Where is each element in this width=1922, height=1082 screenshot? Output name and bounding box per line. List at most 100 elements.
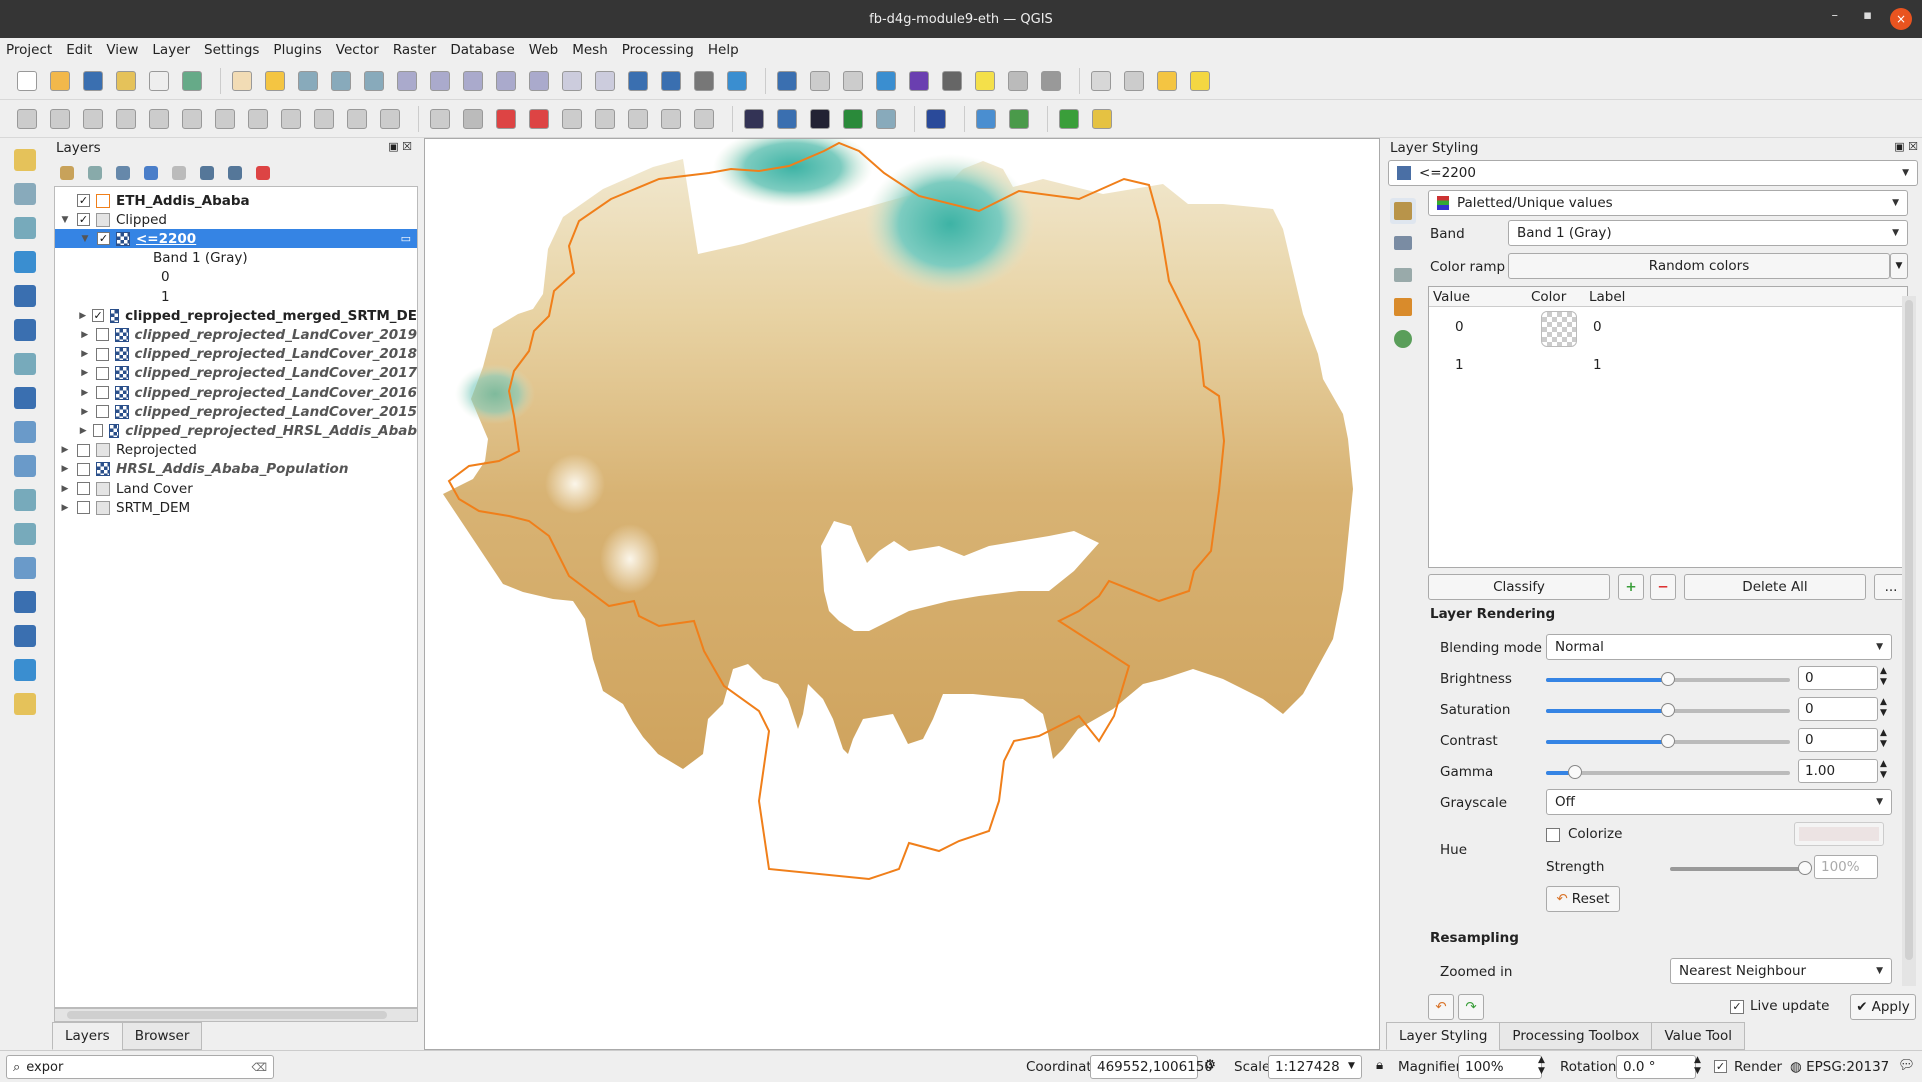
pan-to-selection-icon[interactable] [262, 68, 288, 94]
transparency-tab-icon[interactable] [1390, 230, 1416, 256]
vertex-tool-icon[interactable] [146, 106, 172, 132]
strength-input[interactable]: 100% [1814, 855, 1878, 879]
manage-visibility-icon[interactable] [112, 162, 134, 184]
help-icon[interactable] [923, 106, 949, 132]
layer-visibility-checkbox[interactable] [77, 443, 90, 457]
map-swipe-icon[interactable] [1056, 106, 1082, 132]
column-value[interactable]: Value [1433, 289, 1470, 305]
layer-visibility-checkbox[interactable] [96, 328, 110, 342]
column-label[interactable]: Label [1589, 289, 1625, 305]
layer-tree-item[interactable]: 0 [55, 268, 417, 287]
attribute-table-icon[interactable] [807, 68, 833, 94]
add-postgis-icon[interactable] [8, 486, 42, 514]
field-calc-icon[interactable] [840, 68, 866, 94]
maximize-icon[interactable]: ▪ [1863, 8, 1872, 23]
expand-arrow-icon[interactable]: ▶ [79, 368, 90, 378]
color-swatch-transparent[interactable] [1541, 311, 1577, 347]
delete-selected-icon[interactable] [212, 106, 238, 132]
spin-arrows-icon[interactable]: ▲ ▼ [1538, 1055, 1545, 1077]
chevron-down-icon[interactable]: ▼ [1348, 1061, 1355, 1071]
show-hide-labels-icon[interactable] [691, 106, 717, 132]
menu-edit[interactable]: Edit [66, 42, 92, 58]
georeferencer-icon[interactable] [973, 106, 999, 132]
label-toolbar-icon[interactable] [427, 106, 453, 132]
menu-plugins[interactable]: Plugins [273, 42, 321, 58]
highlight-pinned-icon[interactable] [559, 106, 585, 132]
print-layout-icon[interactable] [113, 68, 139, 94]
data-source-manager-icon[interactable] [8, 146, 42, 174]
layer-visibility-checkbox[interactable] [96, 405, 110, 419]
render-checkbox[interactable]: ✓ [1714, 1060, 1727, 1073]
layer-tree-item[interactable]: ▶ Land Cover [55, 479, 417, 498]
color-ramp-menu-icon[interactable]: ▼ [1890, 253, 1908, 279]
add-wfs-icon[interactable] [8, 588, 42, 616]
select-features-icon[interactable] [1088, 68, 1114, 94]
map-canvas[interactable] [424, 127, 1380, 1050]
new-bookmark-icon[interactable] [625, 68, 651, 94]
new-project-icon[interactable] [14, 68, 40, 94]
expand-arrow-icon[interactable]: ▶ [79, 388, 90, 398]
modify-attributes-icon[interactable] [179, 106, 205, 132]
lock-icon[interactable]: 🔒︎ [1376, 1057, 1383, 1073]
column-color[interactable]: Color [1531, 289, 1566, 305]
select-by-value-icon[interactable] [1187, 68, 1213, 94]
style-manager-icon[interactable] [56, 162, 78, 184]
add-xyz-icon[interactable] [8, 690, 42, 718]
expand-arrow-icon[interactable]: ▶ [79, 426, 87, 436]
menu-help[interactable]: Help [708, 42, 739, 58]
copy-features-icon[interactable] [278, 106, 304, 132]
label-pin-icon[interactable] [526, 106, 552, 132]
expand-arrow-icon[interactable]: ▶ [79, 407, 90, 417]
menu-database[interactable]: Database [450, 42, 514, 58]
paste-features-icon[interactable] [311, 106, 337, 132]
open-project-icon[interactable] [47, 68, 73, 94]
layer-labeling-icon[interactable] [460, 106, 486, 132]
colorize-checkbox[interactable] [1546, 828, 1560, 842]
layer-tree-item[interactable]: ▶ clipped_reprojected_LandCover_2019 [55, 325, 417, 344]
undo-button[interactable]: ↶ [1428, 994, 1454, 1020]
gamma-slider[interactable] [1546, 765, 1790, 779]
layer-tree-item[interactable]: ▶ clipped_reprojected_LandCover_2016 [55, 383, 417, 402]
processing-toolbox-icon[interactable] [873, 68, 899, 94]
new-geopackage-icon[interactable] [8, 180, 42, 208]
classify-button[interactable]: Classify [1428, 574, 1610, 600]
select-by-location-icon[interactable] [1154, 68, 1180, 94]
zoom-selection-icon[interactable] [394, 68, 420, 94]
gamma-input[interactable]: 1.00 [1798, 759, 1878, 783]
save-edits-icon[interactable] [80, 106, 106, 132]
move-label-icon[interactable] [592, 106, 618, 132]
colorize-color-button[interactable] [1794, 822, 1884, 846]
tab-processing-toolbox[interactable]: Processing Toolbox [1499, 1022, 1653, 1050]
spin-arrows-icon[interactable]: ▲ ▼ [1880, 697, 1887, 719]
show-bookmarks-icon[interactable] [658, 68, 684, 94]
minimize-icon[interactable]: – [1832, 8, 1839, 23]
measure-icon[interactable] [939, 68, 965, 94]
layer-tree-item[interactable]: ▶ Reprojected [55, 441, 417, 460]
add-delimited-text-icon[interactable] [8, 350, 42, 378]
spin-arrows-icon[interactable]: ▲ ▼ [1880, 759, 1887, 781]
new-3d-view-icon[interactable] [592, 68, 618, 94]
coordinate-input[interactable]: 469552,1006150 [1090, 1055, 1213, 1079]
color-ramp-button[interactable]: Random colors [1508, 253, 1890, 279]
menu-view[interactable]: View [106, 42, 138, 58]
zoom-full-icon[interactable] [361, 68, 387, 94]
undo-edit-icon[interactable] [344, 106, 370, 132]
histogram-tab-icon[interactable] [1390, 262, 1416, 288]
zoomed-in-select[interactable]: Nearest Neighbour ▼ [1670, 958, 1892, 984]
renderer-select[interactable]: Paletted/Unique values ▼ [1428, 190, 1908, 216]
add-oracle-icon[interactable] [8, 554, 42, 582]
reset-button[interactable]: ↶ Reset [1546, 886, 1620, 912]
menu-project[interactable]: Project [6, 42, 52, 58]
history-tab-icon[interactable] [1390, 326, 1416, 352]
layer-tree[interactable]: ✓ ETH_Addis_Ababa ▼ ✓ Clipped ▼ ✓ <=2200 ▭ Band 1… [54, 186, 418, 1008]
cut-features-icon[interactable] [245, 106, 271, 132]
layer-visibility-checkbox[interactable] [77, 501, 90, 515]
grayscale-select[interactable]: Off ▼ [1546, 789, 1892, 815]
zoom-last-icon[interactable] [493, 68, 519, 94]
pan-icon[interactable] [229, 68, 255, 94]
saturation-input[interactable]: 0 [1798, 697, 1878, 721]
raster-calculator-icon[interactable] [1006, 106, 1032, 132]
save-project-icon[interactable] [80, 68, 106, 94]
layer-tree-item[interactable]: ▶ clipped_reprojected_LandCover_2015 [55, 402, 417, 421]
add-spatialite-icon[interactable] [8, 452, 42, 480]
